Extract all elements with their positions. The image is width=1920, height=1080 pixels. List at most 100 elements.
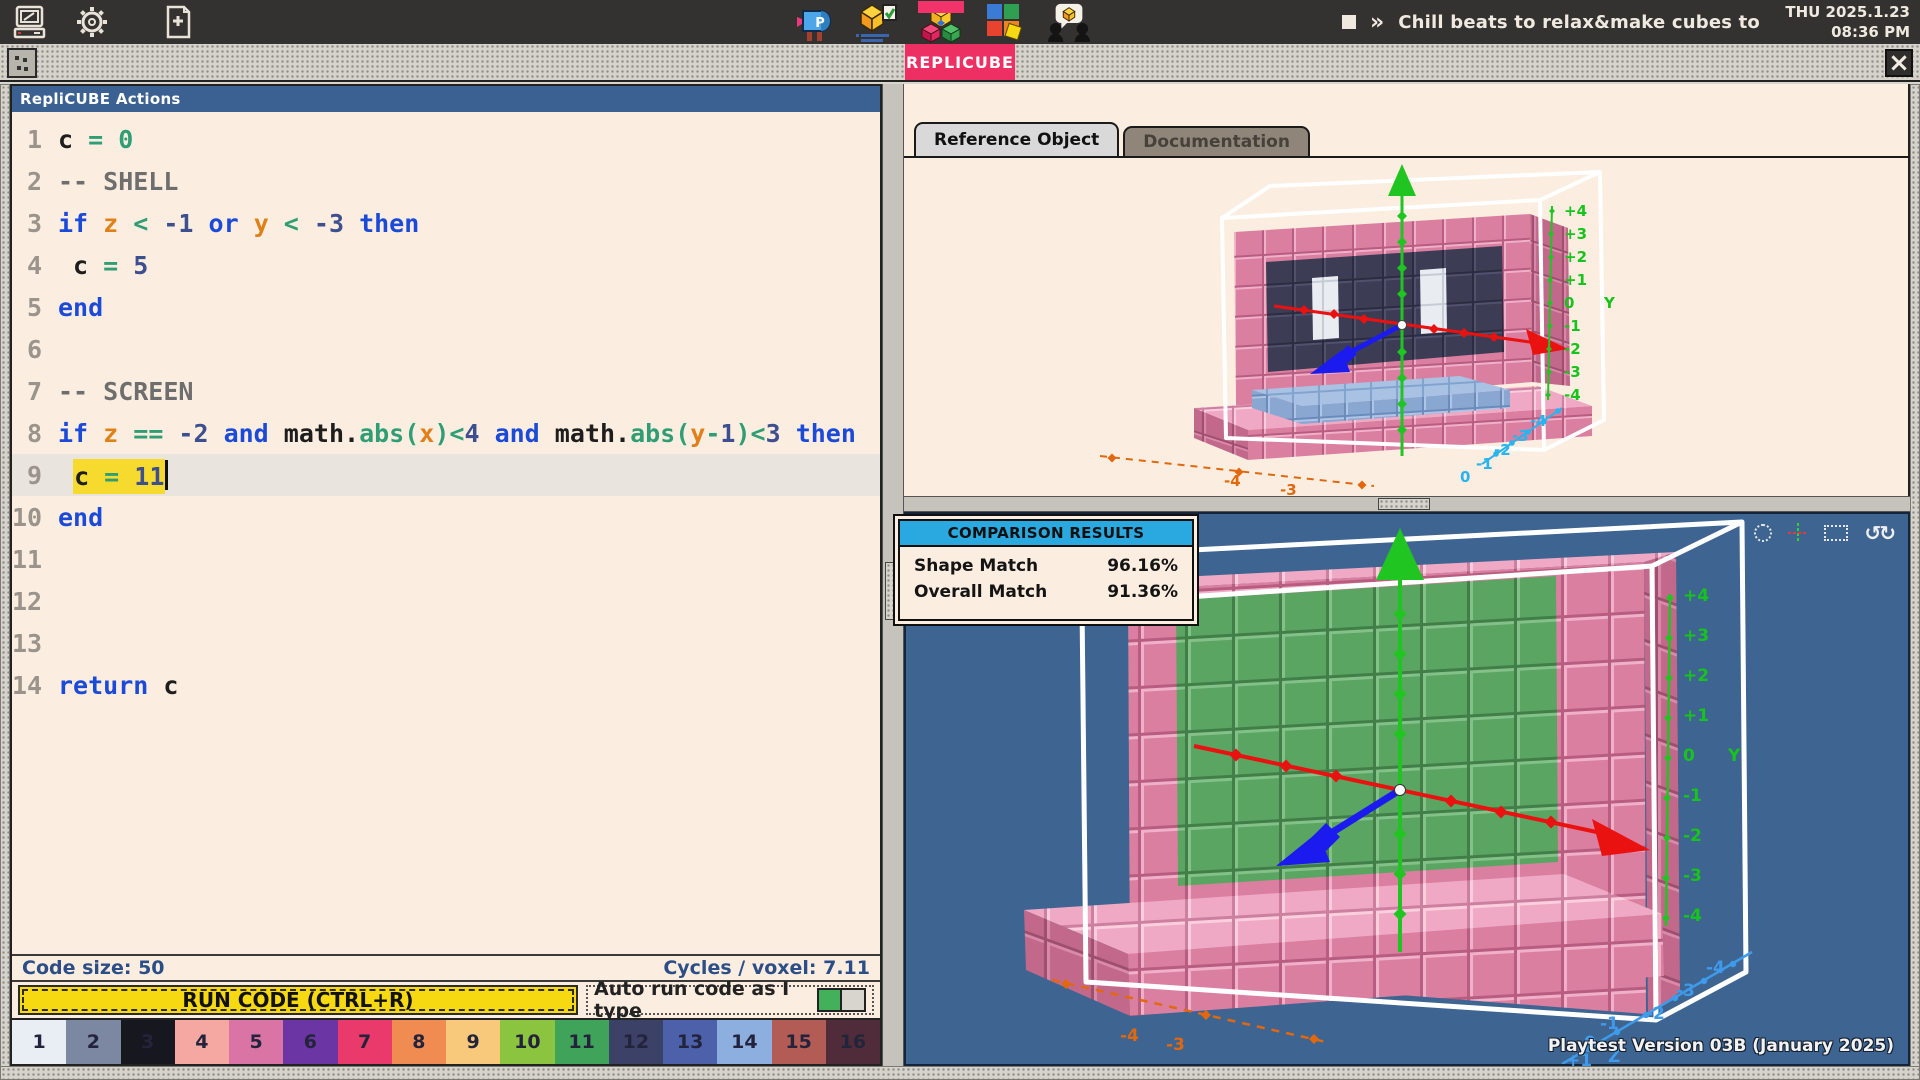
code-line-2[interactable]: 2-- SHELL [12, 160, 880, 202]
settings-gear-icon[interactable] [74, 4, 110, 40]
selection-circle-icon[interactable] [1754, 524, 1772, 542]
axis-tick-label: -2 [1494, 441, 1511, 459]
comparison-results-box: COMPARISON RESULTS Shape Match96.16%Over… [893, 514, 1199, 626]
palette-swatch-11[interactable]: 11 [555, 1020, 609, 1064]
line-number: 6 [12, 335, 58, 364]
viewport-toolbar: ↺↻ [1754, 520, 1894, 546]
palette-swatch-1[interactable]: 1 [12, 1020, 66, 1064]
splitter-grip[interactable] [1378, 498, 1430, 510]
axis-tick-label: Y [1604, 294, 1615, 312]
axis-tick-label: -4 [1706, 958, 1725, 978]
code-line-1[interactable]: 1c = 0 [12, 118, 880, 160]
window-frame-right [1910, 84, 1920, 1080]
line-number: 8 [12, 419, 58, 448]
code-line-12[interactable]: 12 [12, 580, 880, 622]
verified-cube-icon[interactable] [856, 1, 898, 43]
axis-tick-label: -3 [1564, 363, 1581, 381]
comparison-rows: Shape Match96.16%Overall Match91.36% [900, 547, 1192, 619]
reference-panel: Reference ObjectDocumentation [904, 84, 1910, 496]
line-number: 13 [12, 629, 58, 658]
axis-tick-label: 0 [1460, 468, 1470, 486]
mailbox-icon[interactable]: P [792, 1, 834, 43]
axis-tick-label: -3 [1280, 481, 1297, 499]
axis-tick-label: -3 [1683, 866, 1702, 886]
line-number: 1 [12, 125, 58, 154]
editor-header: RepliCUBE Actions [12, 86, 880, 112]
code-line-13[interactable]: 13 [12, 622, 880, 664]
code-line-10[interactable]: 10end [12, 496, 880, 538]
code-line-3[interactable]: 3if z < -1 or y < -3 then [12, 202, 880, 244]
community-cube-icon[interactable] [1048, 1, 1090, 43]
editor-controls: RUN CODE (CTRL+R) Auto run code as I typ… [12, 980, 880, 1018]
palette-swatch-8[interactable]: 8 [392, 1020, 446, 1064]
code-line-7[interactable]: 7-- SCREEN [12, 370, 880, 412]
color-grid-icon[interactable] [984, 1, 1026, 43]
code-line-8[interactable]: 8if z == -2 and math.abs(x)<4 and math.a… [12, 412, 880, 454]
editor-status-bar: Code size: 50 Cycles / voxel: 7.11 [12, 954, 880, 980]
compare-row: Shape Match96.16% [900, 553, 1192, 579]
autorun-toggle[interactable] [817, 988, 866, 1012]
code-line-4[interactable]: 4 c = 5 [12, 244, 880, 286]
line-number: 2 [12, 167, 58, 196]
axis-tick-label: +2 [1564, 248, 1587, 266]
palette-swatch-9[interactable]: 9 [446, 1020, 500, 1064]
palette-swatch-6[interactable]: 6 [283, 1020, 337, 1064]
code-line-14[interactable]: 14return c [12, 664, 880, 706]
line-number: 14 [12, 671, 58, 700]
horizontal-splitter[interactable] [904, 496, 1910, 512]
cycles-per-voxel-label: Cycles / voxel: 7.11 [663, 957, 870, 979]
tab-documentation[interactable]: Documentation [1123, 126, 1310, 158]
code-line-5[interactable]: 5end [12, 286, 880, 328]
line-number: 9 [12, 461, 58, 490]
axis-tick-label: +2 [1683, 666, 1709, 686]
music-player: » Chill beats to relax&make cubes to [1342, 0, 1760, 44]
axis-tick-label: +4 [1564, 202, 1587, 220]
window-frame-bottom [0, 1066, 1920, 1080]
axis-tick-label: -2 [1564, 340, 1581, 358]
axis-tick-label: +1 [1564, 271, 1587, 289]
rotate-view-icon[interactable]: ↺↻ [1864, 521, 1894, 545]
palette-swatch-5[interactable]: 5 [229, 1020, 283, 1064]
line-number: 10 [12, 503, 58, 532]
palette-swatch-2[interactable]: 2 [66, 1020, 120, 1064]
new-file-icon[interactable] [160, 4, 196, 40]
code-line-9[interactable]: 9 c = 11 [12, 454, 880, 496]
palette-swatch-16[interactable]: 16 [826, 1020, 880, 1064]
code-line-6[interactable]: 6 [12, 328, 880, 370]
code-line-11[interactable]: 11 [12, 538, 880, 580]
code-editor[interactable]: 1c = 02-- SHELL3if z < -1 or y < -3 then… [12, 112, 880, 954]
replicube-app-icon[interactable] [920, 1, 962, 43]
palette-swatch-7[interactable]: 7 [338, 1020, 392, 1064]
computer-icon[interactable] [12, 4, 48, 40]
palette-swatch-12[interactable]: 12 [609, 1020, 663, 1064]
color-palette: 12345678910111213141516 [12, 1018, 880, 1064]
top-system-bar: P [0, 0, 1920, 44]
axis-tick-label: +3 [1683, 626, 1709, 646]
window-titlebar[interactable]: REPLICUBE × [0, 44, 1920, 82]
selection-rect-icon[interactable] [1824, 525, 1848, 541]
axis-tick-label: -2 [1683, 826, 1702, 846]
palette-swatch-15[interactable]: 15 [772, 1020, 826, 1064]
run-code-button[interactable]: RUN CODE (CTRL+R) [18, 985, 578, 1015]
system-clock: THU 2025.1.23 08:36 PM [1785, 3, 1910, 42]
move-axes-icon[interactable] [1788, 523, 1808, 543]
reference-3d-view[interactable]: +4+3+2+10-1-2-3-4Y-4-3-2-10-4-3 [904, 158, 1910, 496]
close-icon[interactable]: × [1885, 49, 1913, 77]
clock-time: 08:36 PM [1785, 23, 1910, 43]
axis-tick-label: -4 [1683, 906, 1702, 926]
axis-tick-label: -4 [1120, 1026, 1139, 1046]
tab-reference-object[interactable]: Reference Object [914, 122, 1119, 158]
palette-swatch-14[interactable]: 14 [717, 1020, 771, 1064]
palette-swatch-3[interactable]: 3 [121, 1020, 175, 1064]
palette-swatch-10[interactable]: 10 [500, 1020, 554, 1064]
music-stop-icon[interactable] [1342, 15, 1356, 29]
line-number: 12 [12, 587, 58, 616]
clock-date: THU 2025.1.23 [1785, 3, 1910, 23]
palette-swatch-4[interactable]: 4 [175, 1020, 229, 1064]
compare-row: Overall Match91.36% [900, 579, 1192, 605]
window-icon[interactable] [7, 48, 37, 78]
code-editor-panel: RepliCUBE Actions 1c = 02-- SHELL3if z <… [10, 84, 882, 1066]
palette-swatch-13[interactable]: 13 [663, 1020, 717, 1064]
music-skip-icon[interactable]: » [1370, 10, 1384, 35]
version-label: Playtest Version 03B (January 2025) [1548, 1036, 1894, 1056]
